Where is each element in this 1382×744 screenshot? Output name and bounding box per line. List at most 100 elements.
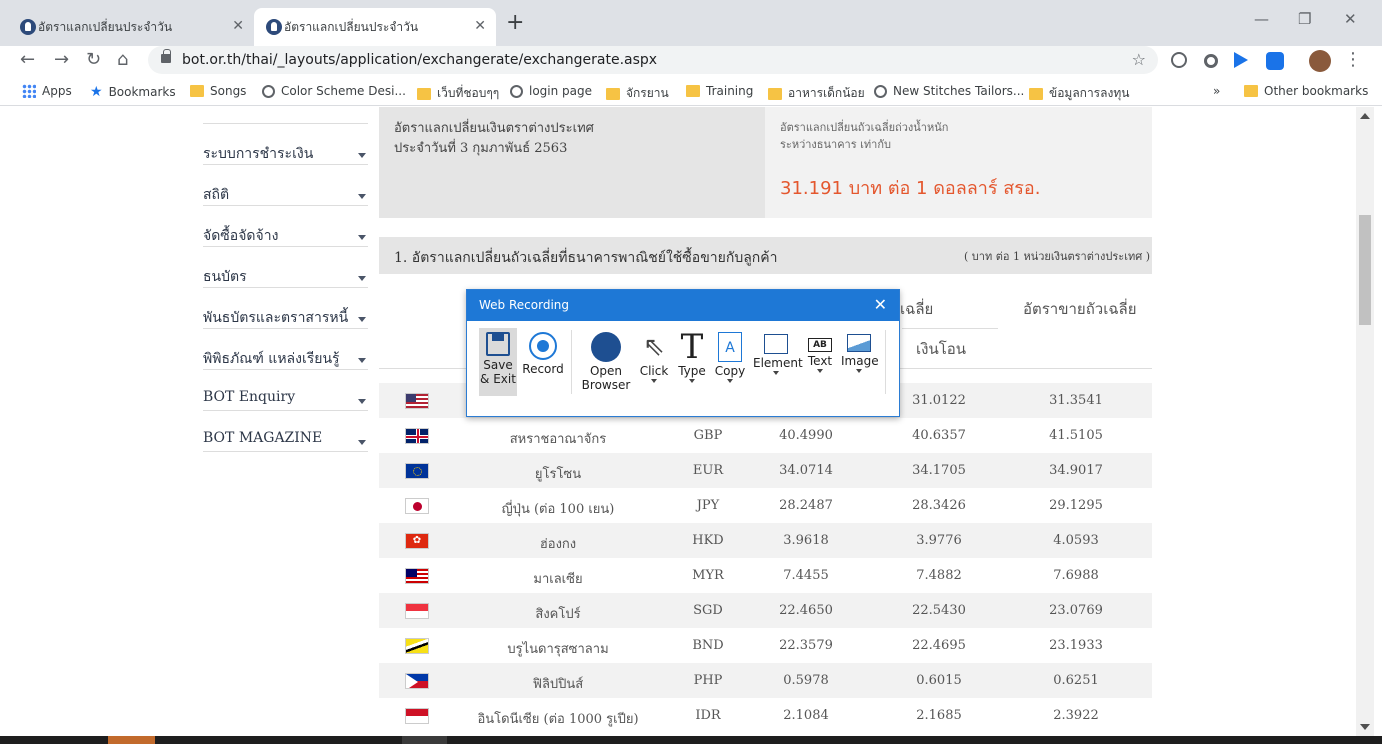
open-browser-button[interactable]: Open Browser xyxy=(579,328,633,396)
chevron-down-icon xyxy=(651,379,657,383)
table-row: สหราชอาณาจักร GBP 40.4990 40.6357 41.510… xyxy=(379,418,1152,453)
japan-flag-icon xyxy=(405,498,429,514)
browser-tab-2[interactable]: อัตราแลกเปลี่ยนประจำวัน ✕ xyxy=(254,8,496,46)
bookmark-investment[interactable]: ข้อมูลการลงทุน xyxy=(1029,84,1129,103)
sidebar-item-payment-systems[interactable]: ระบบการชำระเงิน xyxy=(203,124,368,165)
table-row: มาเลเซีย MYR 7.4455 7.4882 7.6988 xyxy=(379,558,1152,593)
page-content: ระบบการชำระเงิน สถิติ จัดซื้อจัดจ้าง ธนบ… xyxy=(0,107,1382,736)
bookmark-bicycle[interactable]: จักรยาน xyxy=(606,84,669,103)
browser-tab-1[interactable]: อัตราแลกเปลี่ยนประจำวัน ✕ xyxy=(8,8,254,46)
circle-extension-icon[interactable] xyxy=(1204,54,1218,68)
copy-button[interactable]: A Copy xyxy=(713,328,747,396)
sidebar-item-museum[interactable]: พิพิธภัณฑ์ แหล่งเรียนรู้ xyxy=(203,329,368,370)
taskbar-app-active[interactable] xyxy=(108,736,155,744)
document-a-icon: A xyxy=(718,332,742,362)
interbank-label-2: ระหว่างธนาคาร เท่ากับ xyxy=(780,138,891,151)
bookmarks-overflow-icon[interactable]: » xyxy=(1213,84,1220,98)
bookmark-color-scheme[interactable]: Color Scheme Desi... xyxy=(262,84,406,98)
element-grid-icon xyxy=(764,334,788,354)
scroll-thumb[interactable] xyxy=(1359,215,1371,325)
tab-title: อัตราแลกเปลี่ยนประจำวัน xyxy=(38,19,173,34)
table-row: ญี่ปุ่น (ต่อ 100 เยน) JPY 28.2487 28.342… xyxy=(379,488,1152,523)
sidebar-item-bot-enquiry[interactable]: BOT Enquiry xyxy=(203,370,368,411)
us-flag-icon xyxy=(405,393,429,409)
close-tab-icon[interactable]: ✕ xyxy=(474,18,486,34)
close-icon[interactable]: ✕ xyxy=(874,295,887,314)
sidebar-item-statistics[interactable]: สถิติ xyxy=(203,165,368,206)
bookmark-baby-food[interactable]: อาหารเด็กน้อย xyxy=(768,84,865,103)
chevron-down-icon xyxy=(689,379,695,383)
section-unit: ( บาท ต่อ 1 หน่วยเงินตราต่างประเทศ ) xyxy=(964,250,1150,263)
sidebar-item-procurement[interactable]: จัดซื้อจัดจ้าง xyxy=(203,206,368,247)
section-title: 1. อัตราแลกเปลี่ยนถัวเฉลี่ยที่ธนาคารพาณิ… xyxy=(394,250,778,266)
folder-icon xyxy=(686,85,700,97)
text-button[interactable]: AB Text xyxy=(805,328,835,396)
table-row: ✿ ฮ่องกง HKD 3.9618 3.9776 4.0593 xyxy=(379,523,1152,558)
record-button[interactable]: Record xyxy=(521,328,565,396)
hongkong-flag-icon: ✿ xyxy=(405,533,429,549)
bookmark-favorites[interactable]: เว็บที่ชอบๆๆ xyxy=(417,84,499,103)
table-row: อินโดนีเซีย (ต่อ 1000 รูเปีย) IDR 2.1084… xyxy=(379,698,1152,733)
type-button[interactable]: T Type xyxy=(675,328,709,396)
text-select-icon: AB xyxy=(808,338,832,352)
tab-title: อัตราแลกเปลี่ยนประจำวัน xyxy=(284,19,419,34)
close-tab-icon[interactable]: ✕ xyxy=(232,18,244,34)
record-icon xyxy=(529,332,557,360)
globe-icon xyxy=(591,332,621,362)
image-button[interactable]: Image xyxy=(841,328,879,396)
bookmark-bookmarks[interactable]: ★ Bookmarks xyxy=(90,84,176,100)
table-row: สิงคโปร์ SGD 22.4650 22.5430 23.0769 xyxy=(379,593,1152,628)
restore-icon[interactable]: ❐ xyxy=(1298,10,1311,28)
uipath-extension-icon[interactable] xyxy=(1266,52,1284,70)
reload-icon[interactable]: ↻ xyxy=(86,49,101,70)
bookmark-login-page[interactable]: login page xyxy=(510,84,592,98)
element-button[interactable]: Element xyxy=(753,328,803,396)
lock-icon xyxy=(161,49,171,63)
chevron-down-icon xyxy=(358,317,366,322)
info-title: อัตราแลกเปลี่ยนเงินตราต่างประเทศ xyxy=(394,121,594,136)
interbank-rate-box: อัตราแลกเปลี่ยนถัวเฉลี่ยถ่วงน้ำหนัก ระหว… xyxy=(765,107,1152,218)
divider xyxy=(885,330,886,394)
menu-kebab-icon[interactable]: ⋮ xyxy=(1344,49,1362,70)
profile-avatar[interactable] xyxy=(1309,50,1331,72)
bookmark-star-icon[interactable]: ☆ xyxy=(1132,50,1146,69)
scroll-up-icon[interactable] xyxy=(1360,113,1370,119)
save-exit-button[interactable]: Save & Exit xyxy=(479,328,517,396)
page-scrollbar[interactable] xyxy=(1356,107,1374,736)
dialog-title-bar: Web Recording ✕ xyxy=(467,290,899,321)
chevron-down-icon xyxy=(773,371,779,375)
skype-extension-icon[interactable] xyxy=(1171,52,1187,68)
home-icon[interactable]: ⌂ xyxy=(117,49,128,70)
philippines-flag-icon xyxy=(405,673,429,689)
sidebar-item-bot-magazine[interactable]: BOT MAGAZINE xyxy=(203,411,368,452)
bookmark-other[interactable]: Other bookmarks xyxy=(1244,84,1368,98)
close-window-icon[interactable]: ✕ xyxy=(1344,10,1357,28)
scroll-down-icon[interactable] xyxy=(1360,724,1370,730)
sidebar-item-banknotes[interactable]: ธนบัตร xyxy=(203,247,368,288)
globe-icon xyxy=(262,84,275,98)
table-row: ฟิลิปปินส์ PHP 0.5978 0.6015 0.6251 xyxy=(379,663,1152,698)
chevron-down-icon xyxy=(358,194,366,199)
bookmark-training[interactable]: Training xyxy=(686,84,753,98)
bookmark-new-stitches[interactable]: New Stitches Tailors... xyxy=(874,84,1024,98)
new-tab-icon[interactable]: + xyxy=(506,10,524,35)
bookmark-songs[interactable]: Songs xyxy=(190,84,246,98)
sidebar-item-bonds[interactable]: พันธบัตรและตราสารหนี้ xyxy=(203,288,368,329)
folder-icon xyxy=(1244,85,1258,97)
divider xyxy=(571,330,572,394)
click-button[interactable]: ⇖ Click xyxy=(637,328,671,396)
folder-icon xyxy=(417,87,431,100)
star-icon: ★ xyxy=(90,84,103,100)
play-extension-icon[interactable] xyxy=(1234,52,1248,68)
address-bar[interactable]: bot.or.th/thai/_layouts/application/exch… xyxy=(148,46,1158,74)
forward-icon[interactable]: → xyxy=(54,49,69,70)
back-icon[interactable]: ← xyxy=(20,49,35,70)
taskbar-app[interactable] xyxy=(402,736,447,744)
chevron-down-icon xyxy=(358,358,366,363)
folder-icon xyxy=(768,87,782,100)
apps-grid-icon xyxy=(22,84,36,98)
folder-icon xyxy=(1029,87,1043,100)
folder-icon xyxy=(606,87,620,100)
bookmark-apps[interactable]: Apps xyxy=(22,84,72,98)
minimize-icon[interactable]: — xyxy=(1254,10,1269,28)
